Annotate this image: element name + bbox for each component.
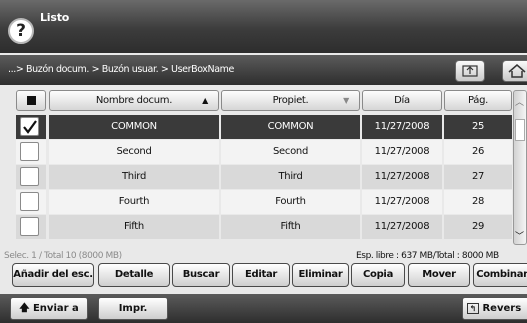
column-header-owner[interactable]: Propiet. ▼ (221, 90, 360, 111)
row-checkbox[interactable] (20, 117, 39, 136)
cell-pages: 29 (444, 215, 512, 239)
column-header-name-label: Nombre docum. (95, 95, 173, 106)
action-button-3[interactable]: Editar (232, 263, 290, 287)
cell-day: 11/27/2008 (362, 115, 442, 139)
action-button-0[interactable]: Añadir del esc. (12, 263, 94, 287)
action-button-1[interactable]: Detalle (98, 263, 170, 287)
folder-up-icon (462, 65, 478, 77)
reverse-label: Revers (482, 303, 522, 314)
table-row[interactable]: COMMON COMMON 11/27/2008 25 (16, 115, 512, 139)
vertical-scrollbar[interactable]: ︿ ﹀ (513, 90, 527, 245)
arrow-up-icon: 🡅 (19, 303, 30, 314)
cell-owner: Second (221, 140, 360, 164)
selection-status: Selec. 1 / Total 10 (8000 MB) (4, 251, 122, 261)
table-row[interactable]: Second Second 11/27/2008 26 (16, 140, 512, 164)
select-all-icon (26, 96, 36, 105)
cell-pages: 26 (444, 140, 512, 164)
cell-owner: Third (221, 165, 360, 189)
cell-name: Third (49, 165, 219, 189)
row-checkbox[interactable] (20, 142, 39, 161)
scroll-up-icon[interactable]: ︿ (515, 95, 524, 108)
action-button-5[interactable]: Copia (351, 263, 405, 287)
sort-desc-icon: ▼ (343, 96, 349, 105)
column-header-day[interactable]: Día (362, 90, 442, 111)
storage-status: Esp. libre : 637 MB/Total : 8000 MB (356, 251, 499, 261)
column-header-name[interactable]: Nombre docum. ▲ (49, 90, 219, 111)
print-label: Impr. (118, 303, 148, 314)
action-button-7[interactable]: Combinar (473, 263, 527, 287)
breadcrumb-bar: ...> Buzón docum. > Buzón usuar. > UserB… (0, 55, 527, 85)
column-header-pages-label: Pág. (467, 95, 489, 106)
send-to-label: Enviar a (32, 303, 79, 314)
bottom-bar: 🡅 Enviar a Impr. ↰ Revers (0, 294, 527, 323)
cell-owner: Fourth (221, 190, 360, 214)
page-title: Listo (40, 11, 70, 24)
cell-owner: Fifth (221, 215, 360, 239)
action-button-2[interactable]: Buscar (172, 263, 230, 287)
scroll-thumb[interactable] (515, 119, 525, 141)
home-icon (508, 64, 526, 78)
column-header-day-label: Día (394, 95, 410, 106)
table-row[interactable]: Fourth Fourth 11/27/2008 28 (16, 190, 512, 214)
reverse-button[interactable]: ↰ Revers (462, 297, 527, 320)
table-row[interactable]: Fifth Fifth 11/27/2008 29 (16, 215, 512, 239)
action-button-6[interactable]: Mover (408, 263, 470, 287)
cell-pages: 25 (444, 115, 512, 139)
row-checkbox-cell[interactable] (16, 165, 46, 189)
checkmark-icon (23, 120, 37, 134)
send-to-button[interactable]: 🡅 Enviar a (10, 297, 88, 320)
cell-name: Fourth (49, 190, 219, 214)
cell-day: 11/27/2008 (362, 165, 442, 189)
sort-asc-icon: ▲ (202, 96, 208, 105)
reverse-icon: ↰ (467, 303, 479, 314)
cell-pages: 28 (444, 190, 512, 214)
row-checkbox-cell[interactable] (16, 190, 46, 214)
scroll-down-icon[interactable]: ﹀ (515, 229, 524, 242)
title-bar: ? Listo (0, 0, 527, 53)
column-header-owner-label: Propiet. (272, 95, 309, 106)
cell-day: 11/27/2008 (362, 215, 442, 239)
row-checkbox-cell[interactable] (16, 215, 46, 239)
cell-name: Second (49, 140, 219, 164)
select-all-checkbox[interactable] (16, 90, 46, 111)
row-checkbox-cell[interactable] (16, 115, 46, 139)
cell-name: Fifth (49, 215, 219, 239)
upload-folder-button[interactable] (455, 60, 485, 82)
cell-day: 11/27/2008 (362, 190, 442, 214)
row-checkbox[interactable] (20, 167, 39, 186)
table-row[interactable]: Third Third 11/27/2008 27 (16, 165, 512, 189)
home-button[interactable] (502, 60, 527, 82)
row-checkbox-cell[interactable] (16, 140, 46, 164)
row-checkbox[interactable] (20, 192, 39, 211)
print-button[interactable]: Impr. (98, 297, 168, 320)
table-header: Nombre docum. ▲ Propiet. ▼ Día Pág. (16, 90, 512, 114)
breadcrumb: ...> Buzón docum. > Buzón usuar. > UserB… (8, 64, 234, 75)
cell-name: COMMON (49, 115, 219, 139)
row-checkbox[interactable] (20, 217, 39, 236)
cell-owner: COMMON (221, 115, 360, 139)
column-header-pages[interactable]: Pág. (444, 90, 512, 111)
action-button-4[interactable]: Eliminar (292, 263, 349, 287)
help-icon[interactable]: ? (8, 18, 34, 44)
cell-day: 11/27/2008 (362, 140, 442, 164)
cell-pages: 27 (444, 165, 512, 189)
